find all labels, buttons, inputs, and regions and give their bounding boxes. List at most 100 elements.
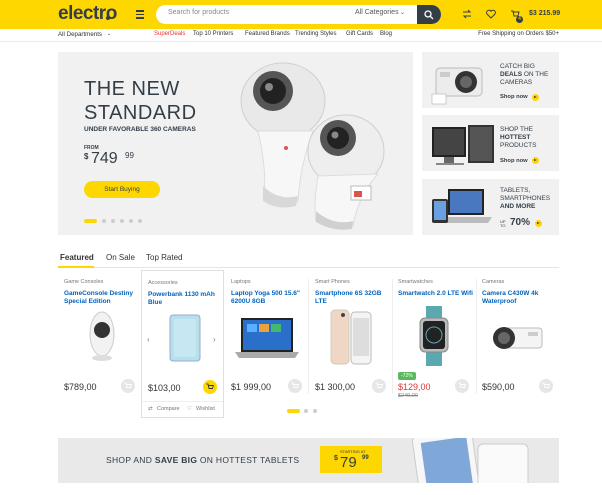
laptop-tablet-image (432, 189, 492, 223)
product-name[interactable]: Camera C430W 4k Waterproof (482, 290, 558, 306)
category-select[interactable]: All Categories (355, 9, 399, 16)
product-name[interactable]: GameConsole Destiny Special Edition (64, 290, 140, 306)
search-bar: Search for products All Categories ⌄ (156, 5, 441, 24)
cart-icon (542, 382, 550, 388)
product-name[interactable]: Powerbank 1130 mAh Blue (148, 291, 224, 307)
product-card-hovered[interactable]: Accessories Powerbank 1130 mAh Blue ‹ › … (141, 270, 224, 418)
hero-currency: $ (84, 152, 89, 161)
product-name[interactable]: Smartphone 6S 32GB LTE (315, 290, 391, 306)
wishlist-link[interactable]: Wishlist (196, 406, 215, 412)
carousel-dot[interactable] (102, 219, 106, 223)
start-buying-button[interactable]: Start Buying (84, 181, 160, 198)
product-category[interactable]: Laptops (231, 279, 251, 285)
carousel-dot[interactable] (129, 219, 133, 223)
arrow-right-icon[interactable] (532, 94, 539, 101)
add-to-cart-button[interactable] (288, 379, 302, 393)
carousel-dot[interactable] (304, 409, 308, 413)
hero-banner: THE NEW STANDARD UNDER FAVORABLE 360 CAM… (58, 52, 413, 235)
smartphone-image (330, 309, 372, 365)
product-card[interactable]: Smart Phones Smartphone 6S 32GB LTE $1 3… (309, 272, 392, 400)
camera-360-image (240, 62, 385, 230)
console-image (89, 311, 115, 361)
shop-now-link[interactable]: Shop now (500, 158, 528, 164)
product-category[interactable]: Game Consoles (64, 279, 103, 285)
product-old-price: $249,00 (398, 393, 418, 399)
product-card[interactable]: Cameras Camera C430W 4k Waterproof $590,… (476, 272, 559, 400)
logo[interactable]: electro (58, 3, 117, 25)
product-card[interactable]: Smartwatches Smartwatch 2.0 LTE Wifi -72… (392, 272, 475, 400)
hero-price-cents: 99 (125, 151, 134, 160)
carousel-dot[interactable] (287, 409, 300, 413)
discount-value[interactable]: 70% (510, 217, 530, 228)
carousel-dot[interactable] (138, 219, 142, 223)
search-icon (424, 10, 434, 20)
menu-icon[interactable] (136, 10, 144, 19)
cart-total[interactable]: $3 215.99 (529, 10, 560, 17)
nav-link-superdeals[interactable]: SuperDeals (154, 31, 185, 37)
product-card[interactable]: Laptops Laptop Yoga 500 15.6" 6200U 8GB … (225, 272, 308, 400)
nav-link-giftcards[interactable]: Gift Cards (346, 31, 373, 37)
add-to-cart-button[interactable] (455, 379, 469, 393)
powerbank-image (169, 314, 201, 362)
carousel-dot[interactable] (84, 219, 97, 223)
hero-title-line2: STANDARD (84, 102, 197, 124)
carousel-dot[interactable] (111, 219, 115, 223)
product-category[interactable]: Cameras (482, 279, 504, 285)
add-to-cart-button[interactable] (372, 379, 386, 393)
product-category[interactable]: Smart Phones (315, 279, 350, 285)
laptop-image (235, 318, 299, 358)
product-price: $129,00 (398, 382, 431, 392)
promo-text: CATCH BIG DEALS ON THE CAMERAS (500, 63, 549, 86)
banner-text: SHOP AND SAVE BIG ON HOTTEST TABLETS (106, 455, 300, 465)
heart-icon[interactable]: ♡ (187, 406, 192, 412)
nav-link-brands[interactable]: Featured Brands (245, 31, 290, 37)
product-name[interactable]: Smartwatch 2.0 LTE Wifi (398, 290, 474, 298)
active-tab-indicator (58, 266, 94, 268)
tablets-banner[interactable]: SHOP AND SAVE BIG ON HOTTEST TABLETS STA… (58, 438, 559, 483)
chevron-down-icon: ⌄ (400, 10, 406, 16)
promo-tablets[interactable]: TABLETS, SMARTPHONES AND MORE UP TO 70% (422, 179, 559, 235)
product-card[interactable]: Game Consoles GameConsole Destiny Specia… (58, 272, 141, 400)
product-price: $789,00 (64, 382, 97, 392)
compare-icon[interactable]: ⇄ (148, 406, 153, 412)
product-price: $1 999,00 (231, 382, 272, 392)
cart-icon (124, 382, 132, 388)
nav-link-trending[interactable]: Trending Styles (295, 31, 336, 37)
add-to-cart-button[interactable] (121, 379, 135, 393)
carousel-dot[interactable] (120, 219, 124, 223)
compare-link[interactable]: Compare (157, 406, 180, 412)
tablet-image (411, 438, 529, 483)
smartwatch-image (419, 306, 449, 366)
product-category[interactable]: Smartwatches (398, 279, 433, 285)
nav-link-blog[interactable]: Blog (380, 31, 392, 37)
logo-dot (106, 16, 110, 20)
tab-on-sale[interactable]: On Sale (106, 253, 135, 262)
product-category[interactable]: Accessories (148, 280, 178, 286)
promo-hottest[interactable]: SHOP THE HOTTEST PRODUCTS Shop now (422, 115, 559, 171)
promo-cameras[interactable]: CATCH BIG DEALS ON THE CAMERAS Shop now (422, 52, 559, 108)
arrow-right-icon[interactable] (535, 220, 542, 227)
search-input[interactable]: Search for products (168, 9, 229, 16)
compare-icon[interactable] (462, 9, 472, 19)
tab-featured[interactable]: Featured (60, 253, 94, 262)
tab-top-rated[interactable]: Top Rated (146, 253, 182, 262)
product-price: $1 300,00 (315, 382, 356, 392)
banner-price-cents: 99 (362, 455, 369, 461)
shipping-info: Free Shipping on Orders $50+ (478, 31, 559, 37)
cart-icon (375, 382, 383, 388)
add-to-cart-button[interactable] (203, 380, 217, 394)
product-name[interactable]: Laptop Yoga 500 15.6" 6200U 8GB (231, 290, 307, 306)
arrow-right-icon[interactable] (532, 157, 539, 164)
nav-link-printers[interactable]: Top 10 Printers (193, 31, 233, 37)
carousel-dot[interactable] (313, 409, 317, 413)
all-departments-button[interactable]: All Departments (58, 31, 102, 38)
promo-text: SHOP THE HOTTEST PRODUCTS (500, 126, 537, 149)
add-to-cart-button[interactable] (539, 379, 553, 393)
hero-price: 749 (91, 150, 118, 167)
product-price: $590,00 (482, 382, 515, 392)
camera-image (493, 327, 543, 349)
shop-now-link[interactable]: Shop now (500, 94, 528, 100)
heart-icon[interactable] (486, 9, 496, 19)
cart-count-badge: 4 (516, 16, 523, 23)
search-button[interactable] (417, 5, 441, 24)
